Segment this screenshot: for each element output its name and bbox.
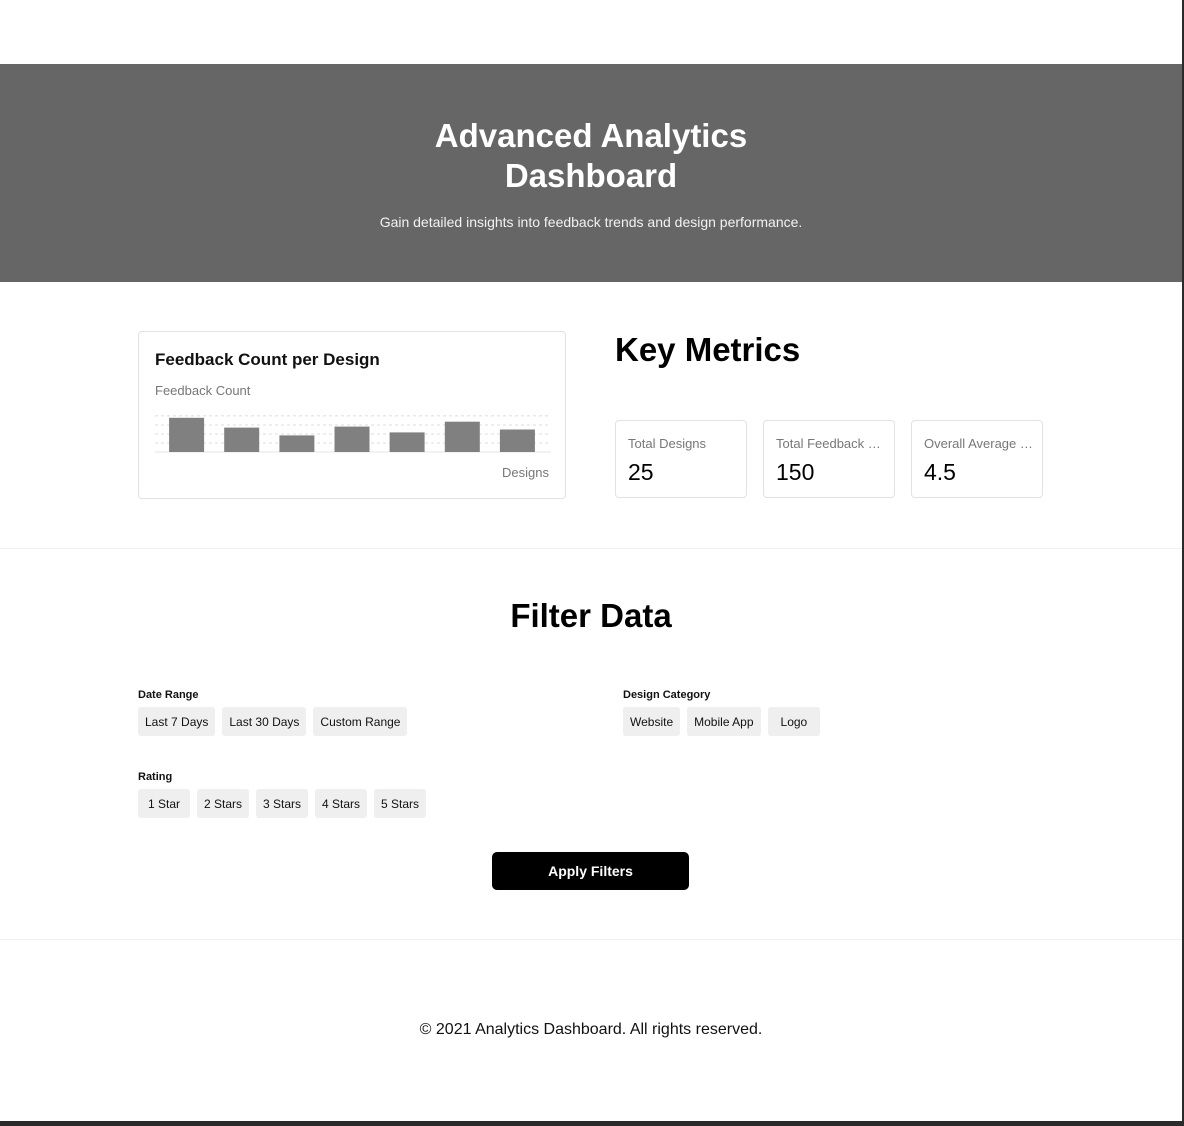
section-divider [0,939,1182,940]
key-metrics-heading: Key Metrics [615,331,801,368]
metric-label: Total Feedback Received [776,436,888,451]
design-category-options: Website Mobile App Logo [623,707,821,736]
filter-chip-3-stars[interactable]: 3 Stars [256,789,308,818]
filter-chip-mobile-app[interactable]: Mobile App [687,707,761,736]
metric-card-average-rating: Overall Average Rating 4.5 [911,420,1043,498]
page-title: Advanced Analytics Dashboard [434,117,748,194]
chart-bar [169,417,205,452]
date-range-options: Last 7 Days Last 30 Days Custom Range [138,707,408,736]
chart-x-axis-label: Designs [502,465,549,480]
chart-bar [279,435,315,452]
footer-copyright: © 2021 Analytics Dashboard. All rights r… [419,1021,763,1038]
chart-title: Feedback Count per Design [155,350,380,369]
page-subtitle: Gain detailed insights into feedback tre… [379,214,803,230]
section-divider [0,548,1182,549]
metric-label: Total Designs [628,436,707,451]
chart-bar [444,421,480,452]
filter-chip-last-30-days[interactable]: Last 30 Days [222,707,307,736]
filter-chip-1-star[interactable]: 1 Star [138,789,190,818]
filter-chip-website[interactable]: Website [623,707,681,736]
apply-filters-button[interactable]: Apply Filters [492,852,689,890]
filter-chip-custom-range[interactable]: Custom Range [313,707,408,736]
filter-chip-4-stars[interactable]: 4 Stars [315,789,367,818]
design-category-label: Design Category [623,689,711,701]
metric-value: 150 [776,459,815,485]
filter-chip-last-7-days[interactable]: Last 7 Days [138,707,216,736]
feedback-bar-chart [155,415,551,453]
rating-options: 1 Star 2 Stars 3 Stars 4 Stars 5 Stars [138,789,426,818]
metric-value: 25 [628,459,654,485]
rating-label: Rating [138,771,173,783]
feedback-chart-card: Feedback Count per Design Feedback Count… [138,331,566,499]
filter-chip-2-stars[interactable]: 2 Stars [197,789,249,818]
date-range-label: Date Range [138,689,199,701]
chart-bar [224,427,260,452]
filter-chip-5-stars[interactable]: 5 Stars [374,789,426,818]
metric-label: Overall Average Rating [924,436,1036,451]
chart-y-axis-label: Feedback Count [155,383,251,398]
filter-chip-logo[interactable]: Logo [767,707,821,736]
hero-banner: Advanced Analytics Dashboard Gain detail… [0,64,1182,282]
chart-bar [334,426,370,452]
metric-card-total-feedback: Total Feedback Received 150 [763,420,895,498]
metric-value: 4.5 [924,459,956,485]
chart-bar [499,429,535,452]
chart-bar [389,432,425,452]
filter-data-heading: Filter Data [510,597,672,634]
metric-card-total-designs: Total Designs 25 [615,420,747,498]
window-border-bottom [0,1121,1184,1126]
